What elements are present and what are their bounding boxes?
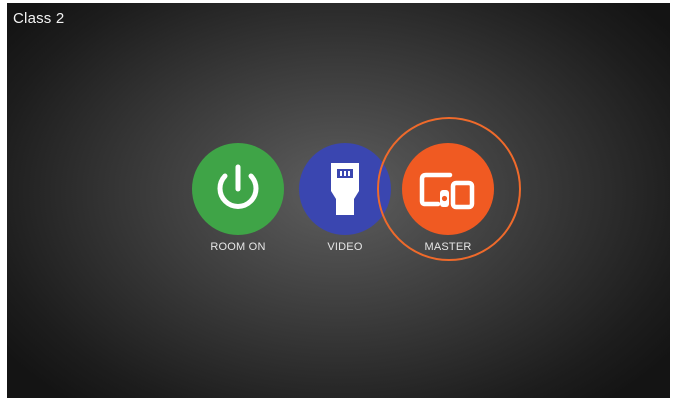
control-panel-screen: Class 2 ROOM ON VIDEO MASTER bbox=[7, 3, 670, 398]
video-button[interactable] bbox=[299, 143, 391, 235]
room-title: Class 2 bbox=[13, 10, 65, 27]
room-on-label: ROOM ON bbox=[210, 241, 266, 253]
power-icon bbox=[217, 164, 259, 209]
devices-icon bbox=[419, 172, 475, 210]
room-on-button[interactable] bbox=[192, 143, 284, 235]
video-label: VIDEO bbox=[327, 241, 363, 253]
hdmi-icon bbox=[331, 163, 359, 215]
master-button[interactable] bbox=[402, 143, 494, 235]
master-label: MASTER bbox=[424, 241, 472, 253]
